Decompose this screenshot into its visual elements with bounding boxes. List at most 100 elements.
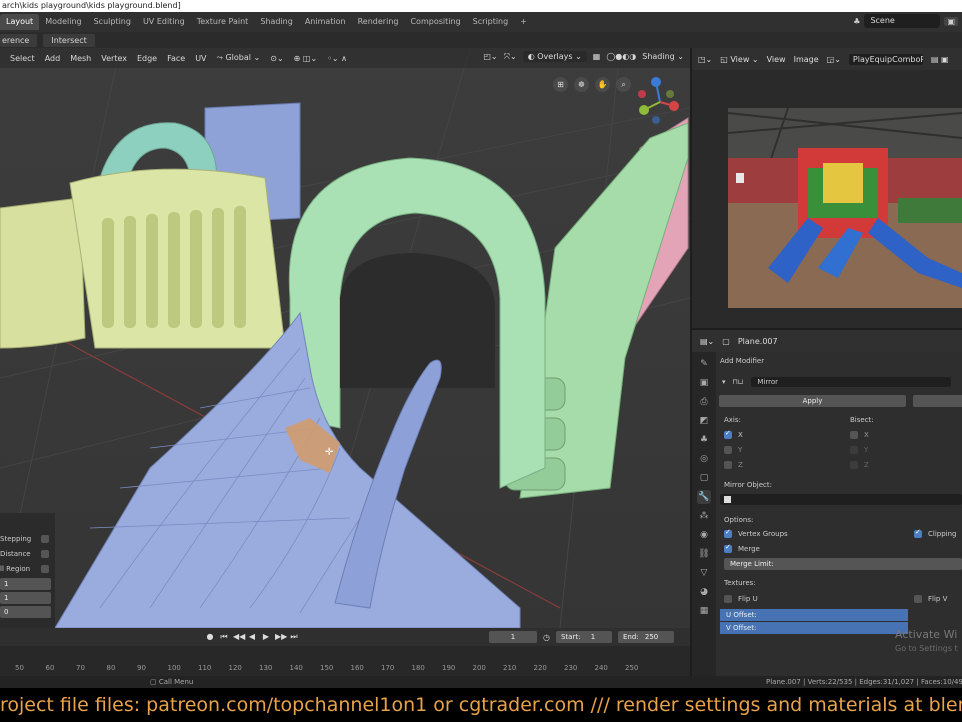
tab-texture-paint[interactable]: Texture Paint: [191, 14, 255, 30]
prev-keyframe-icon[interactable]: ◀◀: [233, 632, 245, 642]
modifier-name-field[interactable]: Mirror: [751, 377, 952, 387]
texture-tab-icon[interactable]: ▦: [697, 604, 711, 618]
world-tab-icon[interactable]: ◎: [697, 452, 711, 466]
shading-mode-icons[interactable]: ◯●◐◑: [606, 52, 636, 61]
gizmo-toggle-icon[interactable]: ⤧⌄: [504, 52, 517, 62]
tab-rendering[interactable]: Rendering: [352, 14, 405, 30]
editor-type-icon[interactable]: ▤⌄: [700, 337, 714, 346]
row-checkbox[interactable]: [41, 564, 49, 573]
vertex-groups-checkbox[interactable]: [724, 528, 732, 538]
menu-edge[interactable]: Edge: [137, 54, 157, 63]
particles-tab-icon[interactable]: ⁂: [697, 509, 711, 523]
axis-z-checkbox[interactable]: [724, 461, 732, 469]
tab-sculpting[interactable]: Sculpting: [88, 14, 137, 30]
render-tab-icon[interactable]: ▣: [697, 376, 711, 390]
collapse-chevron-icon[interactable]: ▾: [722, 378, 726, 386]
clock-icon[interactable]: ◷: [543, 633, 550, 642]
view-layer-tab-icon[interactable]: ◩: [697, 414, 711, 428]
object-tab-icon[interactable]: ▢: [697, 471, 711, 485]
transform-orientation-dropdown[interactable]: ⤳ Global ⌄: [217, 53, 261, 63]
record-icon[interactable]: ●: [205, 632, 215, 642]
image-browse-icon[interactable]: ◲⌄: [827, 55, 841, 64]
menu-mesh[interactable]: Mesh: [70, 54, 91, 63]
add-workspace-button[interactable]: +: [514, 14, 533, 30]
pivot-icon[interactable]: ⊙⌄: [270, 54, 283, 63]
current-frame-field[interactable]: 1: [489, 631, 537, 643]
copy-button[interactable]: [913, 395, 962, 407]
merge-limit-field[interactable]: Merge Limit:: [724, 558, 962, 570]
zoom-icon[interactable]: ⌕: [616, 77, 631, 92]
timeline-ruler[interactable]: 50 60 70 80 90 100 110 120 130 140 150 160 170 180 190…: [0, 662, 690, 676]
bisect-x-row[interactable]: X: [850, 431, 869, 439]
mirror-object-field[interactable]: [720, 494, 962, 505]
tab-layout[interactable]: Layout: [0, 14, 40, 30]
bisect-y-checkbox[interactable]: [850, 446, 858, 454]
view-mode-dropdown[interactable]: ◱ View ⌄: [720, 55, 758, 64]
axis-x-checkbox[interactable]: [724, 429, 732, 439]
add-modifier-dropdown[interactable]: Add Modifier: [720, 357, 764, 365]
menu-uv[interactable]: UV: [195, 54, 206, 63]
axis-y-row[interactable]: Y: [724, 446, 742, 454]
scene-name-field[interactable]: Scene: [864, 14, 941, 28]
intersect-button[interactable]: Intersect: [43, 33, 95, 47]
image-options-icon[interactable]: ▤ ▣: [931, 55, 949, 64]
menu-image[interactable]: Image: [794, 55, 819, 64]
clipping-checkbox[interactable]: [914, 528, 922, 538]
bisect-z-row[interactable]: Z: [850, 461, 869, 469]
shading-dropdown[interactable]: Shading ⌄: [642, 52, 684, 61]
pan-hand-icon[interactable]: ✋: [595, 77, 610, 92]
scene-tab-icon[interactable]: ♣: [697, 433, 711, 447]
tab-scripting[interactable]: Scripting: [467, 14, 515, 30]
tab-uv-editing[interactable]: UV Editing: [137, 14, 191, 30]
difference-button[interactable]: erence: [0, 33, 38, 47]
image-name-field[interactable]: PlayEquipComboPla..: [848, 53, 923, 65]
number-field[interactable]: 1: [0, 578, 51, 590]
data-tab-icon[interactable]: ▽: [697, 566, 711, 580]
menu-select[interactable]: Select: [10, 54, 35, 63]
clipping-row[interactable]: Clipping: [914, 528, 957, 538]
menu-face[interactable]: Face: [167, 54, 185, 63]
bisect-x-checkbox[interactable]: [850, 431, 858, 439]
scene-icon[interactable]: ♣: [853, 17, 860, 26]
end-frame-field[interactable]: End: 250: [617, 631, 674, 643]
menu-view[interactable]: View: [767, 55, 786, 64]
3d-viewport[interactable]: ✛: [0, 48, 690, 628]
merge-row[interactable]: Merge: [724, 543, 760, 553]
editor-type-icon[interactable]: ◳⌄: [698, 55, 712, 64]
bisect-y-row[interactable]: Y: [850, 446, 868, 454]
play-reverse-icon[interactable]: ◀: [247, 632, 257, 642]
number-field[interactable]: 0: [0, 606, 51, 618]
tab-modeling[interactable]: Modeling: [39, 14, 87, 30]
axis-x-row[interactable]: X: [724, 429, 743, 439]
view-object-types-icon[interactable]: ◰⌄: [483, 52, 497, 61]
bisect-z-checkbox[interactable]: [850, 461, 858, 469]
modifier-tab-icon[interactable]: 🔧: [697, 490, 711, 504]
row-checkbox[interactable]: [41, 549, 49, 558]
flip-v-checkbox[interactable]: [914, 595, 922, 603]
flip-u-checkbox[interactable]: [724, 595, 732, 603]
tab-animation[interactable]: Animation: [299, 14, 352, 30]
jump-start-icon[interactable]: ⏮: [219, 632, 229, 642]
u-offset-field[interactable]: U Offset:: [720, 609, 908, 621]
merge-checkbox[interactable]: [724, 543, 732, 553]
vertex-groups-row[interactable]: Vertex Groups: [724, 528, 788, 538]
tab-compositing[interactable]: Compositing: [404, 14, 466, 30]
axis-z-row[interactable]: Z: [724, 461, 743, 469]
row-checkbox[interactable]: [41, 534, 49, 543]
output-tab-icon[interactable]: ⎙: [697, 395, 711, 409]
proportional-edit-icon[interactable]: ◦⌄ ∧: [327, 54, 347, 63]
overlays-button[interactable]: ◐ Overlays ⌄: [522, 51, 587, 62]
jump-end-icon[interactable]: ⏭: [289, 632, 299, 642]
xray-icon[interactable]: ▦: [593, 52, 601, 61]
snap-icon[interactable]: ⊕ ◫⌄: [294, 54, 318, 63]
start-frame-field[interactable]: Start: 1: [555, 631, 612, 643]
apply-button[interactable]: Apply: [719, 395, 906, 407]
tool-tab-icon[interactable]: ✎: [697, 357, 711, 371]
flip-u-row[interactable]: Flip U: [724, 595, 758, 603]
flip-v-row[interactable]: Flip V: [914, 595, 947, 603]
camera-view-icon[interactable]: ⊞: [553, 77, 568, 92]
axis-y-checkbox[interactable]: [724, 446, 732, 454]
menu-vertex[interactable]: Vertex: [101, 54, 127, 63]
physics-tab-icon[interactable]: ◉: [697, 528, 711, 542]
scene-browse-icon[interactable]: ▣: [944, 16, 958, 26]
